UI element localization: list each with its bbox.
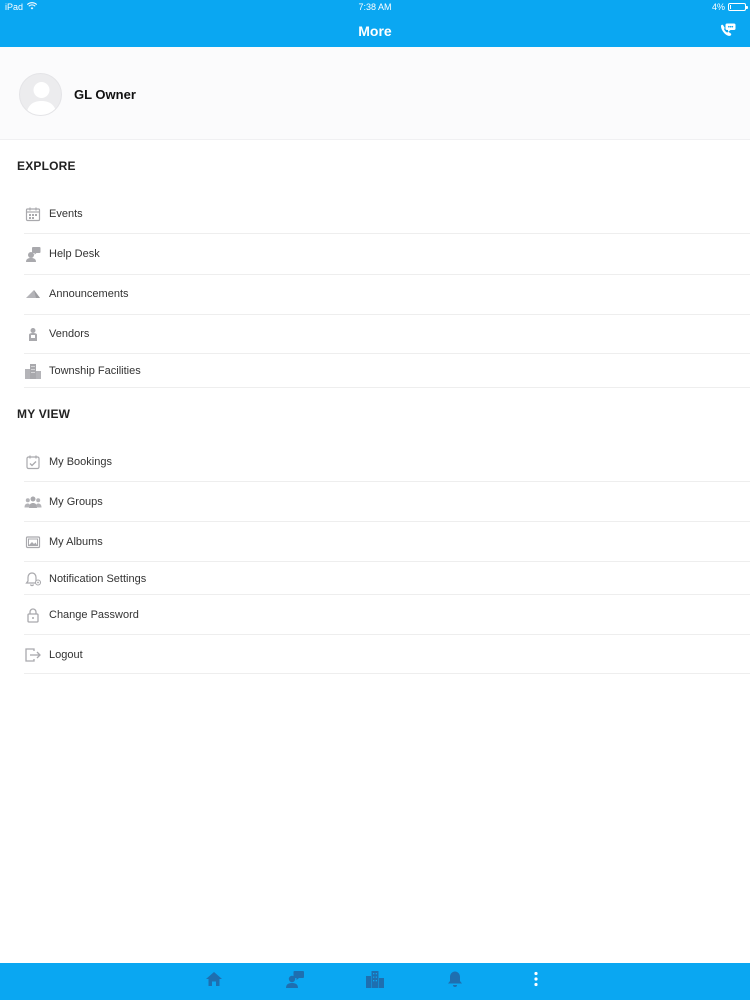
tab-bar (0, 963, 750, 1000)
nav-bar: More (0, 14, 750, 47)
section-title-my-view: MY VIEW (17, 407, 71, 421)
vendor-icon (24, 325, 42, 343)
menu-item-label: Township Facilities (49, 365, 141, 377)
help-desk-icon (24, 245, 42, 263)
menu-item-label: Announcements (49, 288, 129, 300)
tab-facilities[interactable] (365, 970, 385, 993)
menu-item-label: Notification Settings (49, 573, 147, 585)
menu-item-label: My Albums (49, 536, 103, 548)
section-title-explore: EXPLORE (17, 159, 76, 173)
menu-item-change-password[interactable]: Change Password (24, 597, 750, 633)
announcement-icon (24, 285, 42, 303)
divider (24, 233, 750, 234)
home-icon (205, 971, 223, 992)
menu-item-label: Logout (49, 649, 83, 661)
status-bar: iPad 7:38 AM 4% (0, 0, 750, 14)
tab-home[interactable] (204, 971, 224, 991)
page-title: More (358, 23, 392, 39)
menu-item-my-albums[interactable]: My Albums (24, 524, 750, 560)
divider (24, 594, 750, 595)
groups-icon (24, 493, 42, 511)
lock-icon (24, 606, 42, 624)
bell-icon (447, 970, 463, 993)
default-avatar-icon (19, 73, 62, 116)
menu-item-label: Events (49, 208, 83, 220)
menu-item-label: My Groups (49, 496, 103, 508)
notification-settings-icon (24, 570, 42, 588)
tab-help-desk[interactable] (285, 970, 305, 993)
menu-item-vendors[interactable]: Vendors (24, 316, 750, 352)
menu-item-logout[interactable]: Logout (24, 637, 750, 673)
tab-notifications[interactable] (445, 971, 465, 991)
tab-more[interactable] (526, 971, 546, 991)
support-chat-icon[interactable] (718, 22, 736, 40)
battery-icon (728, 3, 748, 11)
status-right: 4% (711, 2, 748, 12)
menu-item-label: Change Password (49, 609, 139, 621)
more-vertical-icon (533, 971, 539, 992)
divider (24, 274, 750, 275)
buildings-icon (24, 362, 42, 380)
divider (24, 314, 750, 315)
profile-name: GL Owner (74, 87, 136, 102)
battery-percent: 4% (711, 2, 725, 12)
menu-item-township-facilities[interactable]: Township Facilities (24, 353, 750, 389)
buildings-icon (365, 970, 385, 993)
battery-fill (730, 5, 732, 9)
menu-item-my-groups[interactable]: My Groups (24, 484, 750, 520)
menu-item-help-desk[interactable]: Help Desk (24, 236, 750, 272)
status-time: 7:38 AM (358, 2, 392, 12)
menu-item-my-bookings[interactable]: My Bookings (24, 444, 750, 480)
help-desk-icon (285, 970, 305, 993)
menu-item-label: Help Desk (49, 248, 100, 260)
divider (24, 387, 750, 388)
menu-item-events[interactable]: Events (24, 196, 750, 232)
divider (24, 673, 750, 674)
divider (24, 521, 750, 522)
divider (24, 481, 750, 482)
album-icon (24, 533, 42, 551)
menu-item-label: My Bookings (49, 456, 112, 468)
menu-item-announcements[interactable]: Announcements (24, 276, 750, 312)
logout-icon (24, 646, 42, 664)
divider (24, 634, 750, 635)
profile-header[interactable]: GL Owner (0, 47, 750, 140)
calendar-icon (24, 205, 42, 223)
menu-item-notification-settings[interactable]: Notification Settings (24, 561, 750, 597)
menu-item-label: Vendors (49, 328, 90, 340)
booking-icon (24, 453, 42, 471)
